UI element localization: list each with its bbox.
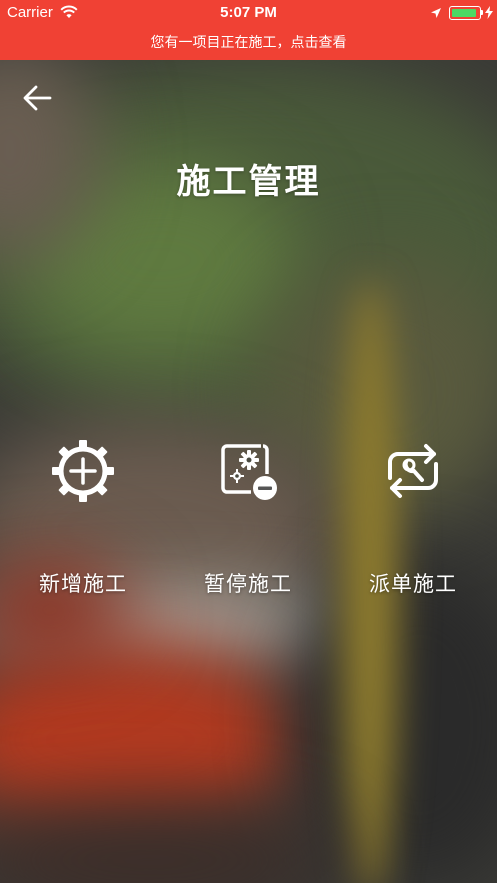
battery-tip [481, 10, 483, 15]
add-construction-button[interactable]: 新增施工 [13, 438, 153, 598]
dispatch-construction-button[interactable]: 派单施工 [343, 438, 483, 598]
location-arrow-icon [430, 6, 442, 23]
back-arrow-icon[interactable] [22, 84, 52, 112]
notification-bar[interactable]: Carrier 5:07 PM 您有一项目正在施工，点击查看 [0, 0, 497, 60]
pause-construction-label: 暂停施工 [204, 572, 292, 596]
page-title: 施工管理 [176, 162, 321, 202]
dispatch-construction-label: 派单施工 [369, 572, 457, 596]
status-time: 5:07 PM [220, 4, 277, 21]
pause-settings-icon [215, 438, 281, 504]
add-construction-label: 新增施工 [39, 572, 127, 596]
battery-icon [449, 6, 481, 20]
dispatch-wrench-icon [380, 438, 446, 504]
status-bar: Carrier 5:07 PM [0, 0, 497, 26]
add-gear-icon [50, 438, 116, 504]
charging-bolt-icon [485, 6, 493, 23]
pause-construction-button[interactable]: 暂停施工 [178, 438, 318, 598]
ongoing-project-notice[interactable]: 您有一项目正在施工，点击查看 [0, 32, 497, 52]
